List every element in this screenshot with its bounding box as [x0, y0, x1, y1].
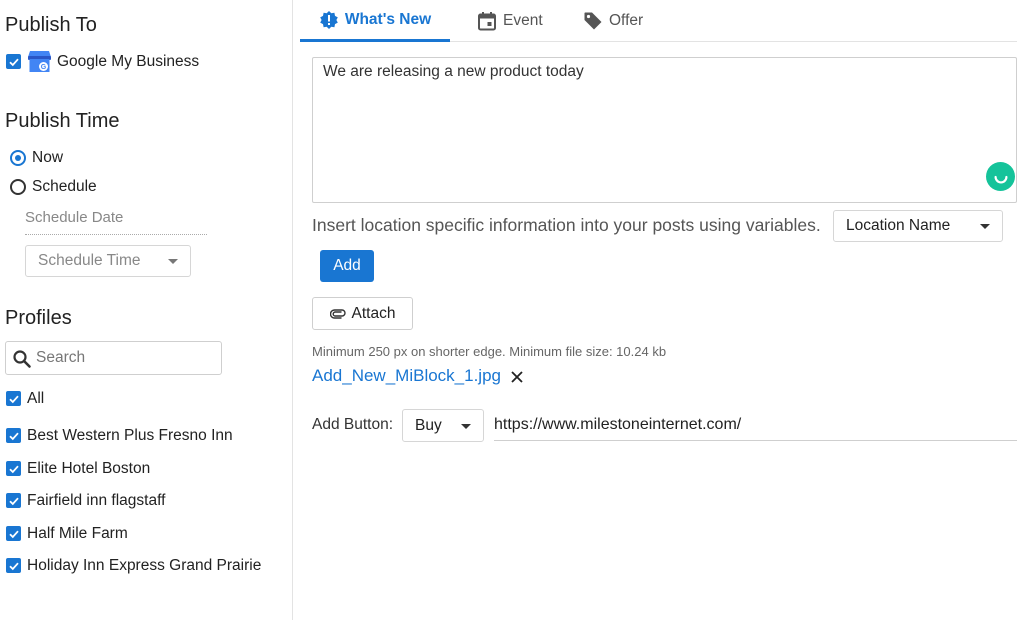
profiles-title: Profiles: [5, 307, 72, 329]
tab-label: Event: [503, 12, 543, 29]
check-icon: [8, 562, 19, 570]
publish-time-title: Publish Time: [5, 110, 120, 132]
tab-offer[interactable]: Offer: [583, 0, 643, 42]
variable-select-value: Location Name: [846, 217, 951, 234]
check-icon: [8, 530, 19, 538]
attach-hint: Minimum 250 px on shorter edge. Minimum …: [312, 344, 667, 359]
search-icon: [13, 350, 31, 368]
variables-help-text: Insert location specific information int…: [312, 215, 821, 235]
profile-search[interactable]: [5, 341, 222, 375]
profile-label: Holiday Inn Express Grand Prairie: [27, 557, 262, 574]
tab-label: What's New: [344, 10, 432, 28]
cta-label: Add Button:: [312, 416, 394, 433]
schedule-date-field[interactable]: Schedule Date: [25, 205, 207, 235]
check-icon: [8, 497, 19, 505]
google-my-business-checkbox[interactable]: [6, 54, 21, 69]
schedule-radio[interactable]: [10, 179, 26, 195]
profile-label: Elite Hotel Boston: [27, 460, 151, 477]
tab-label: Offer: [609, 12, 644, 29]
cta-url-input[interactable]: [494, 410, 1017, 441]
schedule-time-select[interactable]: Schedule Time: [25, 245, 191, 277]
publish-to-title: Publish To: [5, 14, 97, 36]
alert-badge-icon: [320, 10, 338, 29]
post-type-tabs: What's New Event Offer: [300, 0, 1017, 42]
grammarly-icon[interactable]: [986, 162, 1015, 191]
profile-checkbox-all[interactable]: [6, 391, 21, 406]
profile-label: Best Western Plus Fresno Inn: [27, 427, 233, 444]
profile-checkbox[interactable]: [6, 461, 21, 476]
tab-whats-new[interactable]: What's New: [300, 0, 450, 42]
profile-checkbox[interactable]: [6, 558, 21, 573]
grammarly-arc-icon: [994, 175, 1007, 183]
check-icon: [8, 465, 19, 473]
attach-button[interactable]: Attach: [312, 297, 413, 330]
profile-label: All: [27, 390, 45, 407]
cta-select[interactable]: Buy: [402, 409, 484, 442]
search-input[interactable]: [36, 346, 216, 370]
attach-label: Attach: [351, 304, 396, 322]
caret-down-icon: [168, 259, 178, 264]
profile-checkbox[interactable]: [6, 493, 21, 508]
profile-checkbox[interactable]: [6, 526, 21, 541]
tag-icon: [584, 12, 602, 30]
profile-label: Fairfield inn flagstaff: [27, 492, 166, 509]
profile-label: Half Mile Farm: [27, 525, 128, 542]
add-variable-button[interactable]: Add: [320, 250, 374, 282]
tab-event[interactable]: Event: [477, 0, 543, 42]
google-my-business-icon: G: [28, 51, 51, 72]
post-text-area[interactable]: We are releasing a new product today: [312, 57, 1017, 203]
close-icon[interactable]: [510, 369, 524, 385]
paperclip-icon: [329, 308, 346, 319]
post-editor: What's New Event Offer We are releasing …: [294, 0, 1017, 620]
cta-select-value: Buy: [415, 416, 442, 434]
attached-file-link[interactable]: Add_New_MiBlock_1.jpg: [312, 366, 501, 386]
now-label: Now: [32, 149, 64, 166]
svg-text:G: G: [41, 64, 47, 71]
sidebar: Publish To G Google My Business Publish …: [0, 0, 293, 620]
check-icon: [8, 432, 19, 440]
variable-select[interactable]: Location Name: [833, 210, 1003, 242]
check-icon: [8, 58, 19, 66]
google-my-business-label: Google My Business: [57, 53, 200, 70]
schedule-time-placeholder: Schedule Time: [38, 252, 141, 269]
calendar-icon: [478, 12, 496, 31]
now-radio[interactable]: [10, 150, 26, 166]
caret-down-icon: [980, 224, 990, 229]
check-icon: [8, 395, 19, 403]
caret-down-icon: [461, 423, 471, 429]
schedule-label: Schedule: [32, 178, 97, 195]
profile-checkbox[interactable]: [6, 428, 21, 443]
